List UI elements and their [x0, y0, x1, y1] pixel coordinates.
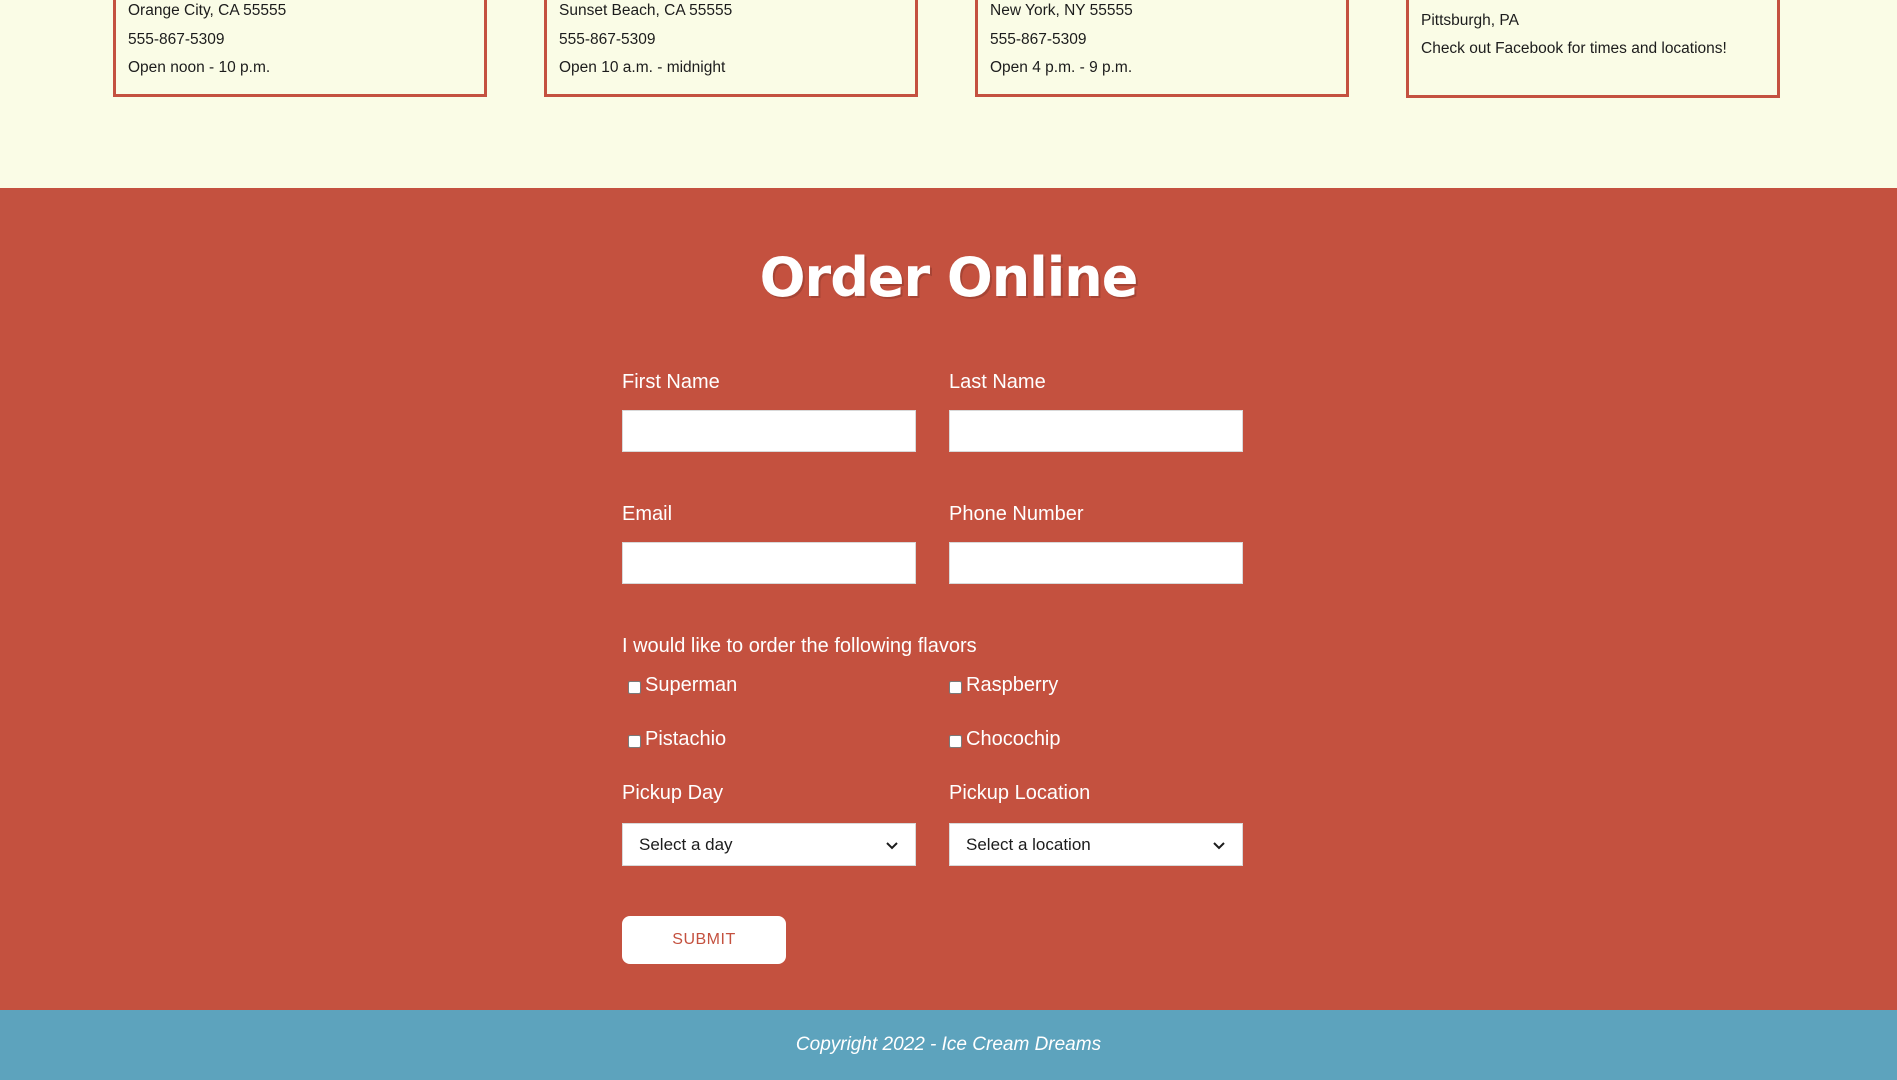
pickup-location-selected: Select a location	[966, 834, 1091, 854]
pistachio-checkbox[interactable]	[628, 735, 641, 748]
pickup-day-label: Pickup Day	[622, 782, 724, 804]
location-address: Orange City, CA 55555	[128, 2, 287, 19]
chevron-down-icon	[1213, 841, 1225, 849]
flavor-label: Chocochip	[966, 728, 1061, 750]
email-input[interactable]	[622, 542, 916, 584]
location-card-orange-city: Orange City, CA 55555 555-867-5309 Open …	[113, 0, 487, 97]
location-address: Pittsburgh, PA	[1421, 12, 1519, 29]
location-hours: Open 10 a.m. - midnight	[559, 59, 726, 76]
pickup-day-selected: Select a day	[639, 834, 733, 854]
location-hours: Open noon - 10 p.m.	[128, 59, 271, 76]
order-section: Order Online First Name Last Name Email …	[0, 188, 1897, 1010]
first-name-input[interactable]	[622, 410, 916, 452]
chevron-down-icon	[886, 841, 898, 849]
flavor-label: Raspberry	[966, 674, 1059, 696]
email-label: Email	[622, 503, 673, 525]
flavor-label: Superman	[645, 674, 738, 696]
location-phone: 555-867-5309	[128, 31, 225, 48]
raspberry-checkbox[interactable]	[949, 681, 962, 694]
pickup-day-select[interactable]: Select a day	[622, 823, 916, 866]
flavor-label: Pistachio	[645, 728, 727, 750]
location-phone: 555-867-5309	[990, 31, 1087, 48]
flavor-option-superman[interactable]: Superman	[622, 674, 737, 697]
chocochip-checkbox[interactable]	[949, 735, 962, 748]
copyright-text: Copyright 2022 - Ice Cream Dreams	[795, 1034, 1102, 1055]
flavor-option-pistachio[interactable]: Pistachio	[622, 728, 726, 751]
flavor-option-raspberry[interactable]: Raspberry	[943, 674, 1058, 697]
pickup-location-select[interactable]: Select a location	[949, 823, 1243, 866]
location-address: Sunset Beach, CA 55555	[559, 2, 733, 19]
phone-number-label: Phone Number	[949, 503, 1084, 525]
first-name-label: First Name	[622, 371, 720, 393]
order-title: Order Online	[759, 246, 1139, 309]
location-card-sunset-beach: Sunset Beach, CA 55555 555-867-5309 Open…	[544, 0, 918, 97]
location-address: New York, NY 55555	[990, 2, 1133, 19]
location-card-pittsburgh: Pittsburgh, PA Check out Facebook for ti…	[1406, 0, 1780, 98]
location-note: Check out Facebook for times and locatio…	[1421, 40, 1727, 57]
locations-section: Orange City, CA 55555 555-867-5309 Open …	[0, 0, 1897, 188]
superman-checkbox[interactable]	[628, 681, 641, 694]
submit-button[interactable]: SUBMIT	[622, 916, 786, 964]
flavors-label: I would like to order the following flav…	[622, 635, 977, 657]
last-name-label: Last Name	[949, 371, 1046, 393]
phone-number-input[interactable]	[949, 542, 1243, 584]
last-name-input[interactable]	[949, 410, 1243, 452]
location-card-new-york: New York, NY 55555 555-867-5309 Open 4 p…	[975, 0, 1349, 97]
location-hours: Open 4 p.m. - 9 p.m.	[990, 59, 1133, 76]
flavor-option-chocochip[interactable]: Chocochip	[943, 728, 1061, 751]
location-phone: 555-867-5309	[559, 31, 656, 48]
footer: Copyright 2022 - Ice Cream Dreams	[0, 1010, 1897, 1080]
pickup-location-label: Pickup Location	[949, 782, 1091, 804]
